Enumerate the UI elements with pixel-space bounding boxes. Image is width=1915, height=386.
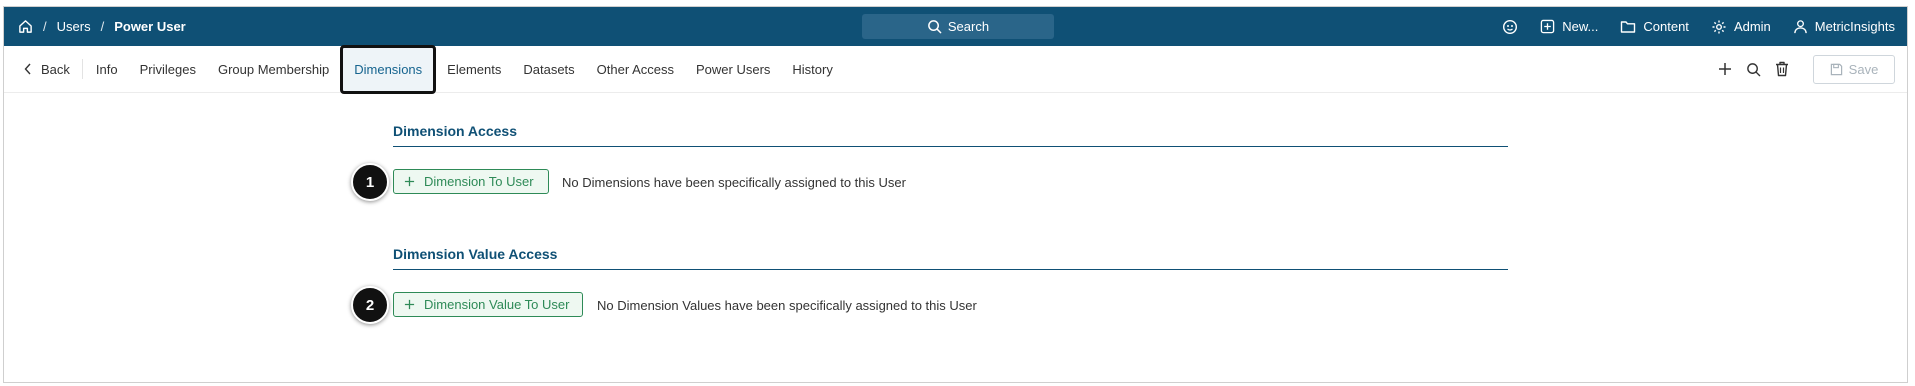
- trash-icon[interactable]: [1775, 61, 1789, 77]
- add-dimension-value-to-user-button[interactable]: Dimension Value To User: [393, 292, 583, 317]
- gear-icon: [1711, 19, 1727, 35]
- search-label: Search: [947, 19, 990, 34]
- save-icon: [1830, 63, 1843, 76]
- add-dimension-to-user-button[interactable]: Dimension To User: [393, 169, 549, 194]
- save-label: Save: [1848, 61, 1879, 77]
- empty-state-text: No Dimension Values have been specifical…: [597, 298, 977, 313]
- dimension-access-title: Dimension Access: [393, 123, 517, 139]
- tab-elements[interactable]: Elements: [436, 46, 512, 92]
- step-badge-2: 2: [351, 286, 389, 324]
- tab-privileges[interactable]: Privileges: [129, 46, 207, 92]
- search-icon: [927, 19, 942, 34]
- breadcrumb-separator: /: [43, 19, 47, 34]
- step-badge-1: 1: [351, 163, 389, 201]
- top-navigation-bar: / Users / Power User Search New... Conte…: [4, 7, 1907, 46]
- add-icon[interactable]: [1718, 62, 1732, 76]
- breadcrumb-users[interactable]: Users: [57, 19, 91, 34]
- back-button[interactable]: Back: [4, 59, 83, 79]
- button-label: Dimension Value To User: [424, 297, 570, 312]
- admin-menu-label: Admin: [1733, 19, 1771, 34]
- tab-other-access[interactable]: Other Access: [586, 46, 685, 92]
- admin-menu[interactable]: Admin: [1711, 19, 1771, 35]
- button-label: Dimension To User: [424, 174, 534, 189]
- tab-history[interactable]: History: [781, 46, 843, 92]
- breadcrumb-separator: /: [100, 19, 105, 34]
- favorites-button[interactable]: [1502, 19, 1518, 35]
- search-button[interactable]: Search: [862, 14, 1054, 39]
- top-menu: New... Content Admin MetricInsights: [1502, 7, 1895, 46]
- new-menu-label: New...: [1562, 19, 1599, 34]
- user-icon: [1793, 19, 1808, 34]
- breadcrumb: / Users / Power User: [4, 19, 186, 34]
- user-menu-label: MetricInsights: [1814, 19, 1895, 34]
- new-menu[interactable]: New...: [1540, 19, 1598, 34]
- search-icon[interactable]: [1746, 62, 1761, 77]
- breadcrumb-current: Power User: [114, 19, 186, 34]
- chevron-left-icon: [24, 63, 32, 75]
- tab-power-users[interactable]: Power Users: [685, 46, 781, 92]
- save-button[interactable]: Save: [1813, 54, 1895, 84]
- dimension-value-access-title: Dimension Value Access: [393, 246, 558, 262]
- section-divider: [393, 269, 1508, 270]
- tab-info[interactable]: Info: [85, 46, 129, 92]
- tab-dimensions[interactable]: Dimensions: [340, 45, 437, 94]
- tab-group-membership[interactable]: Group Membership: [207, 46, 340, 92]
- plus-icon: [404, 176, 415, 187]
- app-window: / Users / Power User Search New... Conte…: [3, 6, 1908, 383]
- new-icon: [1540, 19, 1555, 34]
- folder-icon: [1620, 19, 1636, 34]
- user-menu[interactable]: MetricInsights: [1793, 19, 1895, 34]
- empty-state-text: No Dimensions have been specifically ass…: [562, 175, 906, 190]
- tab-datasets[interactable]: Datasets: [512, 46, 585, 92]
- home-icon[interactable]: [18, 19, 33, 34]
- tab-bar: Back Info Privileges Group Membership Di…: [4, 45, 1907, 94]
- favorites-icon: [1502, 19, 1518, 35]
- back-label: Back: [41, 61, 70, 77]
- content-menu[interactable]: Content: [1620, 19, 1689, 34]
- content-menu-label: Content: [1643, 19, 1689, 34]
- tab-toolbar: Save: [1718, 46, 1895, 92]
- plus-icon: [404, 299, 415, 310]
- section-divider: [393, 146, 1508, 147]
